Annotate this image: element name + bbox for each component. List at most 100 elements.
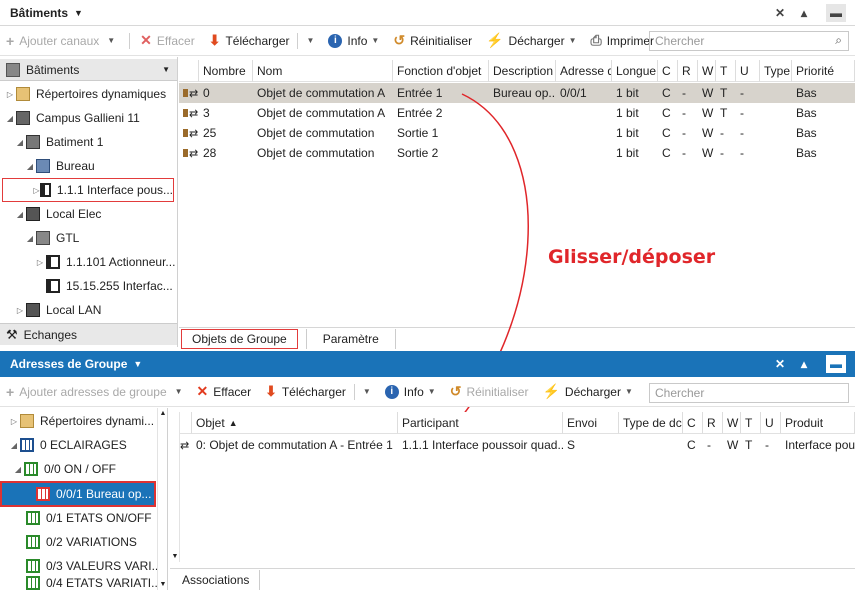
caret-down-icon[interactable]: ▼	[133, 359, 142, 369]
collapse-icon[interactable]: ◢	[4, 114, 16, 123]
add-channels-button[interactable]: + Ajouter canaux ▼	[6, 33, 115, 49]
tree-item-0-0-1-office[interactable]: 0/0/1 Bureau op...	[0, 481, 156, 507]
table-scrollbar[interactable]: ▼	[170, 412, 180, 562]
reset-button[interactable]: ↺ Réinitialiser	[450, 383, 529, 400]
column-header[interactable]: T	[716, 60, 736, 82]
column-header[interactable]: R	[678, 60, 698, 82]
unload-button[interactable]: ⚡ Décharger ▼	[486, 32, 576, 49]
caret-down-icon[interactable]: ▼	[363, 387, 371, 396]
caret-down-icon[interactable]: ▼	[107, 36, 115, 45]
window-icon[interactable]: ▬	[826, 355, 846, 373]
tree-item-interface-1-1-1[interactable]: ▷ 1.1.1 Interface pous...	[2, 178, 174, 202]
print-button[interactable]: ⎙ Imprimer	[591, 32, 655, 49]
column-header[interactable]: Priorité	[792, 60, 855, 82]
tree-item-actuator[interactable]: ▷ 1.1.101 Actionneur...	[0, 251, 175, 273]
tree-item-dynamic-folders[interactable]: ▷ Répertoires dynamiques	[0, 83, 166, 105]
column-header-object[interactable]: Objet ▲	[192, 412, 398, 434]
tree-footer-exchanges[interactable]: ⚒ Echanges	[0, 323, 177, 345]
collapse-icon[interactable]: ◢	[14, 210, 26, 219]
scroll-up-icon[interactable]: ▲	[158, 410, 168, 417]
caret-down-icon[interactable]: ▼	[74, 8, 83, 18]
delete-button[interactable]: ✕ Effacer	[197, 383, 252, 400]
tree-scrollbar[interactable]: ▲ ▼	[157, 408, 167, 590]
expand-icon[interactable]: ▷	[8, 417, 20, 426]
delete-button[interactable]: ✕ Effacer	[140, 32, 195, 49]
collapse-icon[interactable]: ◢	[12, 465, 24, 474]
column-header[interactable]: T	[741, 412, 761, 434]
expand-icon[interactable]: ▷	[33, 186, 40, 195]
expand-icon[interactable]: ▷	[14, 306, 26, 315]
tree-item-variation-values[interactable]: 0/3 VALEURS VARI...	[0, 555, 162, 577]
column-header[interactable]: W	[723, 412, 741, 434]
collapse-icon[interactable]: ◢	[24, 234, 36, 243]
column-header[interactable]: C	[683, 412, 703, 434]
column-header[interactable]: Adresse d	[556, 60, 612, 82]
tab-associations[interactable]: Associations	[172, 570, 261, 590]
collapse-icon[interactable]: ◢	[8, 441, 20, 450]
scroll-down-icon[interactable]: ▼	[170, 553, 180, 560]
tree-item-lighting[interactable]: ◢ 0 ECLAIRAGES	[0, 434, 127, 456]
table-row[interactable]: ⇄ 28 Objet de commutation Sortie 21 bit C - W -…	[179, 143, 855, 163]
column-header[interactable]: Participant	[398, 412, 563, 434]
window-icon[interactable]: ▬	[826, 4, 846, 22]
tree-item-local-lan[interactable]: ▷ Local LAN	[0, 299, 101, 321]
scroll-up-icon[interactable]: ▴	[794, 355, 814, 373]
column-header[interactable]: Longue	[612, 60, 658, 82]
tree-item-campus[interactable]: ◢ Campus Gallieni 11	[0, 107, 140, 129]
column-header[interactable]: Fonction d'objet	[393, 60, 489, 82]
add-group-addresses-button[interactable]: + Ajouter adresses de groupe ▼	[6, 384, 183, 400]
collapse-icon[interactable]: ◢	[14, 138, 26, 147]
tab-group-objects[interactable]: Objets de Groupe	[181, 329, 298, 349]
expand-icon[interactable]: ▷	[4, 90, 16, 99]
caret-down-icon[interactable]: ▼	[162, 65, 170, 74]
search-icon[interactable]: ⌕	[835, 33, 842, 48]
download-button[interactable]: ⬇ Télécharger ▼	[265, 383, 371, 400]
info-button[interactable]: i Info ▼	[328, 33, 379, 48]
column-header[interactable]: R	[703, 412, 723, 434]
column-header[interactable]: C	[658, 60, 678, 82]
tree-item-office[interactable]: ◢ Bureau	[0, 155, 95, 177]
column-header[interactable]: W	[698, 60, 716, 82]
group-addresses-title[interactable]: Adresses de Groupe	[10, 357, 127, 371]
column-header[interactable]: U	[736, 60, 760, 82]
unload-button[interactable]: ⚡ Décharger ▼	[542, 383, 632, 400]
expand-icon[interactable]: ▷	[34, 258, 46, 267]
caret-down-icon[interactable]: ▼	[371, 36, 379, 45]
info-button[interactable]: i Info ▼	[384, 384, 436, 399]
tree-item-on-off[interactable]: ◢ 0/0 ON / OFF	[0, 458, 116, 480]
table-row[interactable]: ⇄ 0 Objet de commutation A Entrée 1 Bureau o…	[179, 83, 855, 103]
column-header[interactable]: Nombre	[199, 60, 253, 82]
download-button[interactable]: ⬇ Télécharger ▼	[209, 32, 314, 49]
tab-parameters[interactable]: Paramètre	[305, 329, 396, 349]
scroll-down-icon[interactable]: ▼	[158, 581, 168, 588]
column-header[interactable]: Produit	[781, 412, 855, 434]
tree-item-dynamic-folders[interactable]: ▷ Répertoires dynami...	[0, 410, 154, 432]
caret-down-icon[interactable]: ▼	[569, 36, 577, 45]
column-header[interactable]: Envoi	[563, 412, 619, 434]
close-icon[interactable]: ✕	[770, 4, 790, 22]
column-header[interactable]: Nom	[253, 60, 393, 82]
search-input[interactable]: Chercher ⌕	[649, 31, 849, 51]
scroll-up-icon[interactable]: ▴	[794, 4, 814, 22]
caret-down-icon[interactable]: ▼	[428, 387, 436, 396]
close-icon[interactable]: ✕	[770, 355, 790, 373]
column-header[interactable]: Type de dc	[619, 412, 683, 434]
tree-item-variation-states[interactable]: 0/4 ETATS VARIATI...	[0, 576, 161, 590]
column-header[interactable]: Type	[760, 60, 792, 82]
column-header[interactable]: U	[761, 412, 781, 434]
table-row[interactable]: ⇄ 3 Objet de commutation A Entrée 21 bit C - W…	[179, 103, 855, 123]
collapse-icon[interactable]: ◢	[24, 162, 36, 171]
table-row[interactable]: ⇄ 25 Objet de commutation Sortie 11 bit C - W -…	[179, 123, 855, 143]
caret-down-icon[interactable]: ▼	[625, 387, 633, 396]
tree-header[interactable]: Bâtiments ▼	[0, 59, 177, 81]
tree-item-building-1[interactable]: ◢ Batiment 1	[0, 131, 103, 153]
tree-item-gtl[interactable]: ◢ GTL	[0, 227, 79, 249]
caret-down-icon[interactable]: ▼	[306, 36, 314, 45]
buildings-panel-title[interactable]: Bâtiments	[10, 6, 68, 20]
tree-item-interface-15[interactable]: 15.15.255 Interfac...	[0, 275, 173, 297]
column-header[interactable]: Description	[489, 60, 556, 82]
tree-item-on-off-states[interactable]: 0/1 ETATS ON/OFF	[0, 507, 152, 529]
search-input[interactable]: Chercher	[649, 383, 849, 403]
caret-down-icon[interactable]: ▼	[175, 387, 183, 396]
tree-item-variations[interactable]: 0/2 VARIATIONS	[0, 531, 137, 553]
